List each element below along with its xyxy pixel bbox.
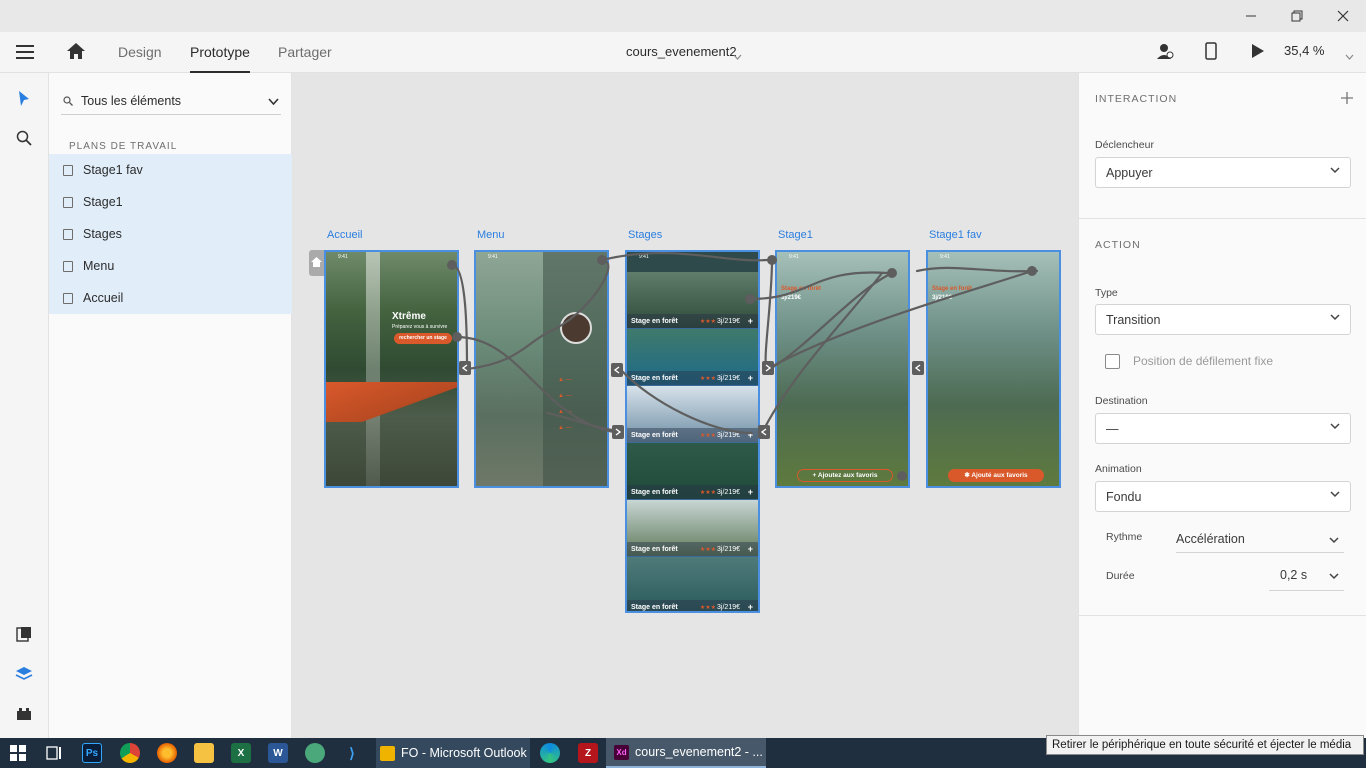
home-icon[interactable] (66, 42, 86, 65)
user-share-icon[interactable] (1156, 42, 1174, 65)
tool-rail (0, 73, 49, 738)
destination-value: — (1106, 422, 1119, 436)
artboard-icon (63, 260, 73, 272)
prototype-wires (447, 251, 1039, 481)
excel-icon[interactable]: X (231, 743, 251, 763)
zoom-level[interactable]: 35,4 % (1284, 43, 1324, 58)
firefox-icon[interactable] (157, 743, 177, 763)
destination-label: Destination (1095, 395, 1148, 407)
divider (1079, 615, 1366, 616)
artboard-item-stage1-fav[interactable]: Stage1 fav (49, 154, 292, 186)
windows-start-icon[interactable] (8, 743, 28, 763)
fixed-scroll-checkbox[interactable] (1105, 354, 1120, 369)
play-icon[interactable] (1251, 43, 1265, 64)
plugins-icon[interactable] (12, 702, 36, 726)
destination-dropdown[interactable]: — (1095, 413, 1351, 444)
app-header: Design Prototype Partager cours_evenemen… (0, 32, 1366, 73)
search-placeholder: Tous les éléments (81, 94, 182, 108)
chevron-down-icon (1330, 167, 1340, 174)
vscode-icon[interactable]: ⟩ (342, 743, 362, 763)
artboard-item-label: Stage1 fav (83, 163, 143, 177)
app-icon[interactable] (305, 743, 325, 763)
taskbar-task-outlook[interactable]: FO - Microsoft Outlook (376, 738, 530, 768)
duration-label: Durée (1106, 570, 1135, 582)
tooltip: Retirer le périphérique en toute sécurit… (1046, 735, 1364, 755)
filezilla-icon[interactable]: Z (578, 743, 598, 763)
select-tool-icon[interactable] (12, 87, 36, 111)
zoom-chevron-icon[interactable] (1345, 47, 1354, 65)
chevron-down-icon (1330, 423, 1340, 430)
outlook-icon (380, 745, 395, 761)
trigger-label: Déclencheur (1095, 139, 1154, 151)
rhythm-label: Rythme (1106, 531, 1143, 543)
artboard-icon (63, 292, 73, 304)
artboard-item-stages[interactable]: Stages (49, 218, 292, 250)
chevron-down-icon (1330, 491, 1340, 498)
document-title[interactable]: cours_evenement2 (626, 44, 737, 59)
action-title: ACTION (1095, 239, 1141, 251)
close-icon[interactable] (1320, 0, 1366, 32)
artboard-item-label: Menu (83, 259, 115, 273)
edge-icon[interactable] (540, 743, 560, 763)
trigger-dropdown[interactable]: Appuyer (1095, 157, 1351, 188)
chevron-down-icon[interactable] (733, 47, 742, 65)
layers-icon[interactable] (12, 662, 36, 686)
artboard-icon (63, 228, 73, 240)
duration-underline (1269, 590, 1344, 591)
minimize-icon[interactable] (1228, 0, 1274, 32)
rhythm-chevron-icon[interactable] (1329, 537, 1339, 544)
animation-label: Animation (1095, 463, 1142, 475)
artboard-item-label: Accueil (83, 291, 124, 305)
fixed-scroll-label: Position de défilement fixe (1133, 354, 1274, 368)
add-interaction-icon[interactable] (1341, 91, 1353, 109)
word-icon[interactable]: W (268, 743, 288, 763)
artboard-item-stage1[interactable]: Stage1 (49, 186, 292, 218)
device-preview-icon[interactable] (1205, 42, 1217, 65)
chrome-icon[interactable] (120, 743, 140, 763)
duration-chevron-icon[interactable] (1329, 573, 1339, 580)
animation-dropdown[interactable]: Fondu (1095, 481, 1351, 512)
artboard-item-label: Stage1 (83, 195, 123, 209)
search-input[interactable]: Tous les éléments (61, 87, 281, 115)
artboard-item-label: Stages (83, 227, 122, 241)
hamburger-menu-icon[interactable] (16, 44, 34, 65)
file-explorer-icon[interactable] (194, 743, 214, 763)
design-canvas[interactable]: Accueil Menu Stages Stage1 Stage1 fav 9:… (292, 73, 1078, 738)
filter-chevron-icon[interactable] (268, 98, 279, 105)
type-dropdown[interactable]: Transition (1095, 304, 1351, 335)
layers-panel: Tous les éléments PLANS DE TRAVAIL Stage… (49, 73, 292, 738)
zoom-tool-icon[interactable] (12, 126, 36, 150)
divider (1079, 218, 1366, 219)
tab-partager[interactable]: Partager (278, 44, 332, 60)
artboard-item-accueil[interactable]: Accueil (49, 282, 292, 314)
xd-icon: Xd (614, 744, 629, 760)
tab-design[interactable]: Design (118, 44, 162, 60)
chevron-down-icon (1330, 314, 1340, 321)
window-titlebar (0, 0, 1366, 32)
artboard-icon (63, 196, 73, 208)
type-value: Transition (1106, 313, 1161, 327)
taskbar-task-xd[interactable]: Xd cours_evenement2 - ... (606, 738, 766, 768)
task-label: cours_evenement2 - ... (635, 745, 763, 759)
interaction-title: INTERACTION (1095, 93, 1178, 105)
photoshop-icon[interactable]: Ps (82, 743, 102, 763)
rhythm-underline (1176, 552, 1344, 553)
animation-value: Fondu (1106, 490, 1142, 504)
tab-prototype[interactable]: Prototype (190, 44, 250, 73)
search-icon (63, 96, 73, 106)
duration-value[interactable]: 0,2 s (1280, 568, 1307, 582)
rhythm-value[interactable]: Accélération (1176, 532, 1245, 546)
artboard-item-menu[interactable]: Menu (49, 250, 292, 282)
type-label: Type (1095, 287, 1118, 299)
trigger-value: Appuyer (1106, 166, 1153, 180)
artboard-icon (63, 164, 73, 176)
property-inspector: INTERACTION Déclencheur Appuyer ACTION T… (1078, 73, 1366, 738)
task-view-icon[interactable] (44, 743, 64, 763)
restore-icon[interactable] (1274, 0, 1320, 32)
section-title: PLANS DE TRAVAIL (69, 141, 178, 152)
artboard-list: Stage1 fav Stage1 Stages Menu Accueil (49, 154, 292, 314)
assets-icon[interactable] (12, 622, 36, 646)
task-label: FO - Microsoft Outlook (401, 746, 527, 760)
